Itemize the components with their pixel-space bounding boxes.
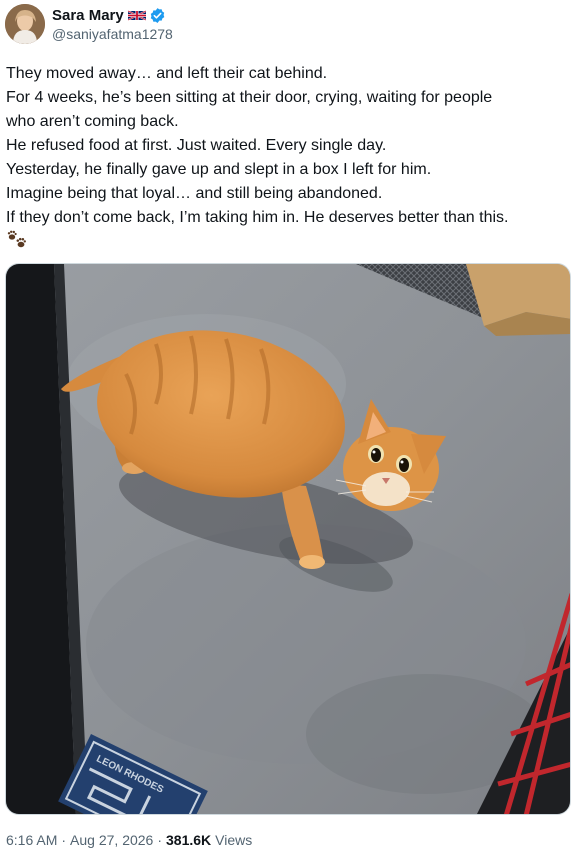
views-label: Views [215, 832, 253, 848]
tweet-time[interactable]: 6:16 AM [6, 832, 57, 848]
handle[interactable]: @saniyafatma1278 [52, 25, 173, 43]
separator: · [157, 832, 163, 848]
tweet-meta: 6:16 AM · Aug 27, 2026 · 381.6K Views [6, 832, 252, 848]
tweet-line: Imagine being that loyal… and still bein… [6, 185, 383, 202]
tweet-line: He refused food at first. Just waited. E… [6, 137, 387, 154]
display-name[interactable]: Sara Mary [52, 7, 124, 24]
verified-badge-icon [149, 7, 166, 24]
tweet-line: They moved away… and left their cat behi… [6, 65, 328, 82]
tweet-line: If they don’t come back, I’m taking him … [6, 209, 509, 226]
separator: · [61, 832, 67, 848]
uk-flag-icon [127, 9, 147, 22]
tweet-line: Yesterday, he finally gave up and slept … [6, 161, 432, 178]
avatar[interactable] [5, 4, 45, 44]
tweet-line: who aren’t coming back. [6, 113, 179, 130]
tweet-date[interactable]: Aug 27, 2026 [70, 832, 153, 848]
tweet-photo[interactable]: LEON RHODES [5, 263, 571, 815]
tweet-line: For 4 weeks, he’s been sitting at their … [6, 89, 493, 106]
paw-prints-icon [6, 228, 28, 250]
author-names: Sara Mary @saniyafatma1278 [52, 5, 173, 43]
tweet-text: They moved away… and left their cat behi… [6, 62, 566, 230]
views-count: 381.6K [166, 832, 212, 848]
tweet-header: Sara Mary @saniyafatma1278 [5, 4, 173, 44]
tweet: Sara Mary @saniyafatma1278 They moved aw… [0, 0, 576, 855]
